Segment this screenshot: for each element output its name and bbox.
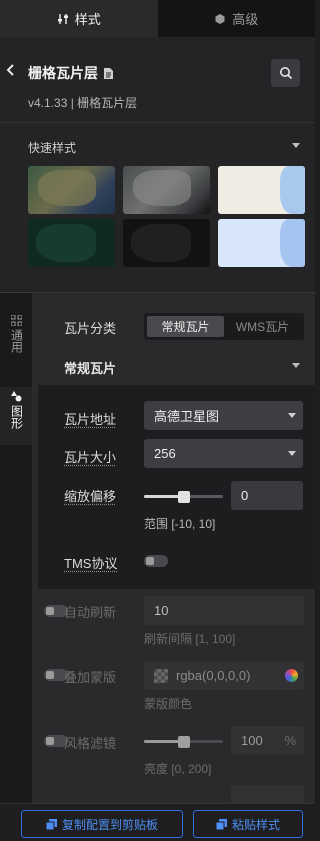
sidebar-item-general-label: 通用: [9, 329, 24, 353]
footer-bar: 复制配置到剪贴板 粘贴样式: [0, 803, 315, 841]
chevron-down-icon: [288, 451, 296, 456]
quick-style-title: 快速样式: [28, 141, 77, 155]
sidebar-item-general[interactable]: 通用: [0, 313, 32, 373]
zoom-offset-label: 缩放偏移: [64, 489, 117, 504]
shapes-icon: [10, 391, 21, 402]
search-icon: [279, 67, 292, 80]
thumb-satellite-gray[interactable]: [123, 166, 210, 214]
overlay-hint: 蒙版颜色: [144, 697, 193, 711]
overlay-label: 叠加蒙版: [64, 670, 117, 685]
tile-type-segmented: 常规瓦片 WMS瓦片: [144, 313, 304, 340]
tile-url-label: 瓦片地址: [64, 412, 117, 427]
segment-wms-tile[interactable]: WMS瓦片: [224, 316, 301, 337]
tab-style-label: 样式: [74, 12, 101, 27]
search-button[interactable]: [271, 59, 300, 87]
sidebar: 通用 图形: [0, 293, 32, 803]
filter-unit: %: [284, 733, 296, 748]
tms-label: TMS协议: [64, 556, 118, 571]
zoom-offset-slider-handle[interactable]: [178, 491, 190, 503]
zoom-offset-value: 0: [241, 488, 249, 503]
filter-slider-handle[interactable]: [178, 736, 190, 748]
quick-style-section: 快速样式: [0, 123, 315, 293]
filter-hint: 亮度 [0, 200]: [144, 762, 212, 776]
copy-icon: [45, 818, 57, 830]
collapse-caret-icon[interactable]: [292, 143, 300, 148]
thumb-dark-green[interactable]: [28, 219, 115, 267]
document-icon[interactable]: [104, 67, 113, 79]
section-title: 常规瓦片: [64, 361, 117, 376]
cube-icon: [215, 13, 225, 24]
layer-title-text: 栅格瓦片层: [28, 65, 98, 81]
sidebar-item-shapes[interactable]: 图形: [0, 387, 32, 445]
color-wheel-icon[interactable]: [285, 669, 298, 682]
auto-refresh-input[interactable]: 10: [144, 596, 304, 625]
tab-advanced-label: 高级: [232, 12, 259, 27]
tile-size-select[interactable]: 256: [144, 439, 303, 468]
segment-normal-tile[interactable]: 常规瓦片: [147, 316, 224, 337]
properties-panel: 瓦片分类 常规瓦片 WMS瓦片 常规瓦片 瓦片地址 高德卫星图 瓦片大小 256…: [32, 293, 315, 803]
overlay-color-input[interactable]: rgba(0,0,0,0): [144, 661, 304, 690]
layer-version: v4.1.33 | 栅格瓦片层: [28, 96, 138, 110]
normal-tile-panel: 瓦片地址 高德卫星图 瓦片大小 256 缩放偏移 0 范围 [-10, 10] …: [38, 385, 315, 589]
tile-size-value: 256: [154, 446, 176, 461]
tile-size-label: 瓦片大小: [64, 450, 117, 465]
thumb-satellite[interactable]: [28, 166, 115, 214]
filter-label: 风格滤镜: [64, 736, 117, 751]
back-arrow-icon[interactable]: [6, 63, 16, 77]
transparent-swatch-icon: [154, 668, 168, 683]
tab-style[interactable]: 样式: [0, 0, 158, 37]
quick-style-grid: [28, 166, 305, 267]
tab-bar: 样式 高级: [0, 0, 315, 37]
thumb-light-map[interactable]: [218, 166, 305, 214]
paste-style-button[interactable]: 粘贴样式: [193, 810, 303, 838]
auto-refresh-hint: 刷新间隔 [1, 100]: [144, 632, 236, 646]
auto-refresh-value: 10: [154, 603, 169, 618]
tile-type-label: 瓦片分类: [64, 321, 117, 336]
tile-url-select[interactable]: 高德卫星图: [144, 401, 303, 430]
layer-title: 栅格瓦片层: [28, 63, 113, 83]
tile-url-value: 高德卫星图: [154, 409, 220, 424]
filter-input[interactable]: 100 %: [231, 726, 304, 755]
section-caret-icon[interactable]: [292, 363, 300, 368]
copy-config-label: 复制配置到剪贴板: [61, 817, 158, 832]
thumb-black[interactable]: [123, 219, 210, 267]
partial-input[interactable]: [231, 785, 304, 803]
tms-toggle[interactable]: [144, 555, 168, 567]
sidebar-item-shapes-label: 图形: [9, 405, 24, 429]
paste-icon: [215, 818, 227, 830]
thumb-light-blue[interactable]: [218, 219, 305, 267]
sliders-icon: [57, 13, 68, 24]
layer-header: 栅格瓦片层 v4.1.33 | 栅格瓦片层: [0, 37, 315, 123]
chevron-down-icon: [288, 413, 296, 418]
tab-advanced[interactable]: 高级: [158, 0, 316, 37]
filter-value: 100: [241, 733, 263, 748]
zoom-offset-hint: 范围 [-10, 10]: [144, 517, 216, 531]
paste-style-label: 粘贴样式: [231, 817, 280, 832]
grid-icon: [10, 315, 22, 326]
auto-refresh-label: 自动刷新: [64, 605, 117, 620]
overlay-color-value: rgba(0,0,0,0): [176, 668, 251, 683]
copy-config-button[interactable]: 复制配置到剪贴板: [21, 810, 183, 838]
zoom-offset-input[interactable]: 0: [231, 481, 303, 510]
